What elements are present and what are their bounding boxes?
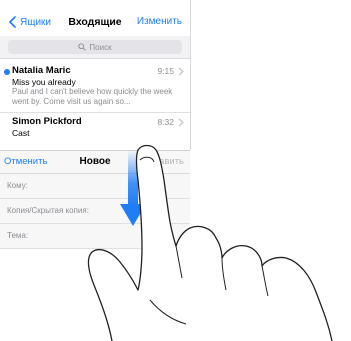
message-row[interactable]: Simon Pickford 8:32 Cast: [0, 113, 190, 150]
message-sender: Simon Pickford: [12, 116, 82, 127]
iphone-screen: Ящики Входящие Изменить Поиск Natalia Ma…: [0, 0, 351, 341]
swipe-down-arrow-icon: [120, 150, 146, 226]
to-field[interactable]: Кому:: [0, 174, 190, 199]
search-placeholder: Поиск: [89, 42, 112, 52]
message-row[interactable]: Natalia Maric 9:15 Miss you already Paul…: [0, 62, 190, 113]
message-time: 9:15: [157, 66, 174, 76]
compose-navbar: Отменить Новое Отправить: [0, 151, 190, 174]
compose-sheet[interactable]: Отменить Новое Отправить Кому: Копия/Скр…: [0, 150, 190, 341]
mail-inbox: Ящики Входящие Изменить Поиск Natalia Ma…: [0, 0, 191, 150]
message-sender: Natalia Maric: [12, 65, 71, 76]
unread-dot: [4, 69, 10, 75]
message-subject: Miss you already: [12, 77, 76, 87]
search-input[interactable]: Поиск: [8, 40, 182, 54]
cc-bcc-field[interactable]: Копия/Скрытая копия:: [0, 199, 190, 224]
chevron-right-icon: [178, 118, 184, 127]
chevron-right-icon: [178, 67, 184, 76]
subject-field[interactable]: Тема:: [0, 224, 190, 249]
message-time: 8:32: [157, 117, 174, 127]
to-label: Кому:: [7, 181, 28, 190]
message-preview: Paul and I can't believe how quickly the…: [12, 87, 173, 106]
message-subject: Cast: [12, 128, 30, 138]
search-bar-container: Поиск: [0, 36, 190, 59]
inbox-navbar: Ящики Входящие Изменить: [0, 14, 190, 34]
subject-label: Тема:: [7, 231, 29, 240]
search-icon: [78, 43, 87, 51]
edit-button[interactable]: Изменить: [137, 16, 182, 27]
cc-label: Копия/Скрытая копия:: [7, 206, 89, 215]
compose-body[interactable]: [0, 249, 190, 341]
